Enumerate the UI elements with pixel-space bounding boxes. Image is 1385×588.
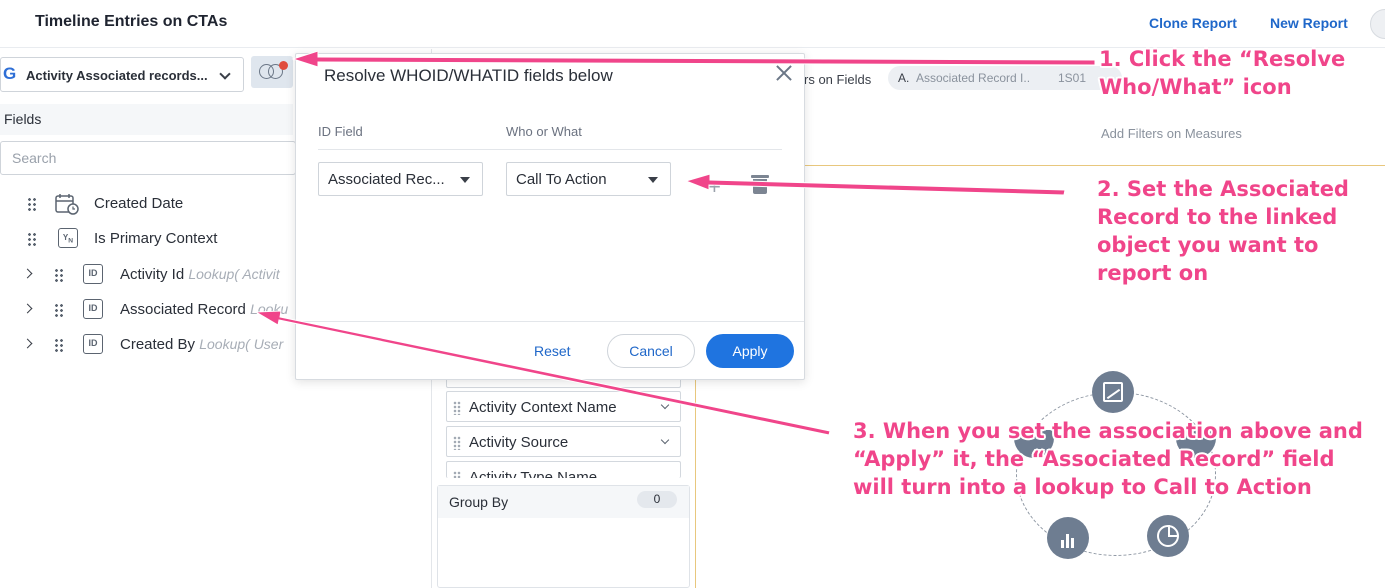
annotation-line: object you want to bbox=[1097, 233, 1319, 257]
field-row[interactable]: ID Activity Id Lookup( Activit bbox=[0, 263, 300, 289]
fields-header: Fields bbox=[0, 104, 293, 135]
annotation-line: will turn into a lookup to Call to Actio… bbox=[853, 475, 1312, 499]
annotation-step-1: 1. Click the “Resolve Who/What” icon bbox=[1099, 45, 1345, 101]
area-chart-icon[interactable] bbox=[1092, 371, 1134, 413]
filter-pill-value: 1S01 bbox=[1058, 71, 1087, 85]
trash-icon[interactable] bbox=[751, 175, 769, 194]
group-by-section[interactable]: Group By 0 bbox=[437, 485, 690, 588]
drag-handle-icon[interactable] bbox=[27, 197, 37, 211]
modal-title: Resolve WHOID/WHATID fields below bbox=[324, 66, 613, 85]
chevron-down-icon[interactable] bbox=[660, 435, 670, 445]
annotation-line: 3. When you set the association above an… bbox=[853, 419, 1363, 443]
group-by-label: Group By bbox=[449, 494, 509, 510]
drag-handle-icon[interactable] bbox=[453, 436, 461, 450]
column-pill-label: Activity Source bbox=[469, 434, 569, 451]
drag-handle-icon[interactable] bbox=[27, 232, 37, 246]
chevron-right-icon[interactable] bbox=[22, 338, 33, 349]
resolve-who-what-button[interactable] bbox=[251, 56, 293, 88]
notification-dot bbox=[279, 61, 288, 70]
field-row[interactable]: YN Is Primary Context bbox=[0, 227, 300, 253]
field-row[interactable]: ID Created By Lookup( User bbox=[0, 333, 300, 359]
filter-pill[interactable]: A. Associated Record I.. 1S01 bbox=[888, 66, 1122, 90]
chevron-down-icon bbox=[219, 68, 231, 80]
chevron-right-icon[interactable] bbox=[22, 303, 33, 314]
filter-pill-text: Associated Record I.. bbox=[916, 71, 1031, 85]
annotation-line: 2. Set the Associated bbox=[1097, 177, 1349, 201]
clone-report-button[interactable]: Clone Report bbox=[1149, 15, 1237, 31]
id-icon: ID bbox=[83, 299, 103, 319]
close-icon[interactable] bbox=[774, 63, 794, 83]
id-field-value: Associated Rec... bbox=[328, 171, 445, 188]
column-pill[interactable]: Activity Context Name bbox=[446, 391, 681, 422]
apply-button[interactable]: Apply bbox=[706, 334, 794, 368]
column-pill-label: Activity Context Name bbox=[469, 399, 617, 416]
annotation-line: 1. Click the “Resolve bbox=[1099, 47, 1346, 71]
reset-button[interactable]: Reset bbox=[534, 343, 571, 359]
field-lookup: Lookup( Activit bbox=[188, 266, 280, 282]
bar-chart-icon[interactable] bbox=[1047, 517, 1089, 559]
drag-handle-icon[interactable] bbox=[453, 471, 461, 478]
drag-handle-icon[interactable] bbox=[453, 401, 461, 415]
yn-icon: YN bbox=[58, 228, 78, 248]
annotation-line: Who/What” icon bbox=[1099, 75, 1292, 99]
field-name: Activity Id Lookup( Activit bbox=[120, 266, 280, 283]
drag-handle-icon[interactable] bbox=[54, 338, 64, 352]
columns-panel: Activity Context Name Activity Source Ac… bbox=[437, 355, 690, 588]
field-name: Created By Lookup( User bbox=[120, 336, 284, 353]
gainsight-logo-icon: G bbox=[3, 64, 17, 83]
id-icon: ID bbox=[83, 264, 103, 284]
annotation-step-3: 3. When you set the association above an… bbox=[853, 417, 1363, 501]
cancel-button[interactable]: Cancel bbox=[607, 334, 695, 368]
search-input[interactable]: Search bbox=[0, 141, 296, 175]
column-pill-label: Activity Type Name bbox=[469, 469, 598, 478]
add-icon[interactable]: + bbox=[708, 174, 721, 200]
add-filters-on-measures[interactable]: Add Filters on Measures bbox=[1101, 126, 1242, 141]
column-pill[interactable]: Activity Type Name bbox=[446, 461, 681, 478]
new-report-button[interactable]: New Report bbox=[1270, 15, 1348, 31]
field-row[interactable]: ID Associated Record Looku bbox=[0, 298, 300, 324]
field-name: Associated Record Looku bbox=[120, 301, 289, 318]
resolve-whoid-modal: Resolve WHOID/WHATID fields below ID Fie… bbox=[295, 53, 805, 380]
pie-chart-icon[interactable] bbox=[1147, 515, 1189, 557]
fields-label: Fields bbox=[4, 111, 42, 127]
caret-down-icon bbox=[648, 177, 658, 183]
divider bbox=[318, 149, 782, 150]
caret-down-icon bbox=[460, 177, 470, 183]
filters-on-fields-label: rs on Fields bbox=[804, 72, 872, 87]
who-or-what-select[interactable]: Call To Action bbox=[506, 162, 671, 196]
field-lookup: Lookup( User bbox=[199, 336, 284, 352]
group-by-count-badge: 0 bbox=[637, 491, 677, 508]
id-icon: ID bbox=[83, 334, 103, 354]
annotation-line: report on bbox=[1097, 261, 1209, 285]
column-pill[interactable]: Activity Source bbox=[446, 426, 681, 457]
who-or-what-value: Call To Action bbox=[516, 171, 607, 188]
field-name: Created Date bbox=[94, 195, 184, 212]
annotation-step-2: 2. Set the Associated Record to the link… bbox=[1097, 175, 1349, 287]
id-field-column-header: ID Field bbox=[318, 124, 363, 139]
chevron-right-icon[interactable] bbox=[22, 268, 33, 279]
drag-handle-icon[interactable] bbox=[54, 303, 64, 317]
who-or-what-column-header: Who or What bbox=[506, 124, 582, 139]
annotation-line: Record to the linked bbox=[1097, 205, 1338, 229]
filter-pill-prefix: A. bbox=[898, 71, 910, 85]
field-row[interactable]: Created Date bbox=[0, 192, 300, 218]
object-select[interactable]: G Activity Associated records... bbox=[0, 57, 244, 92]
id-field-select[interactable]: Associated Rec... bbox=[318, 162, 483, 196]
annotation-line: “Apply” it, the “Associated Record” fiel… bbox=[853, 447, 1335, 471]
field-name: Is Primary Context bbox=[94, 230, 218, 247]
drag-handle-icon[interactable] bbox=[54, 268, 64, 282]
divider bbox=[296, 321, 804, 322]
page-title: Timeline Entries on CTAs bbox=[35, 13, 228, 30]
chevron-down-icon[interactable] bbox=[660, 400, 670, 410]
calendar-icon bbox=[55, 193, 79, 215]
object-select-label: Activity Associated records... bbox=[26, 68, 208, 83]
field-lookup: Looku bbox=[250, 301, 289, 317]
